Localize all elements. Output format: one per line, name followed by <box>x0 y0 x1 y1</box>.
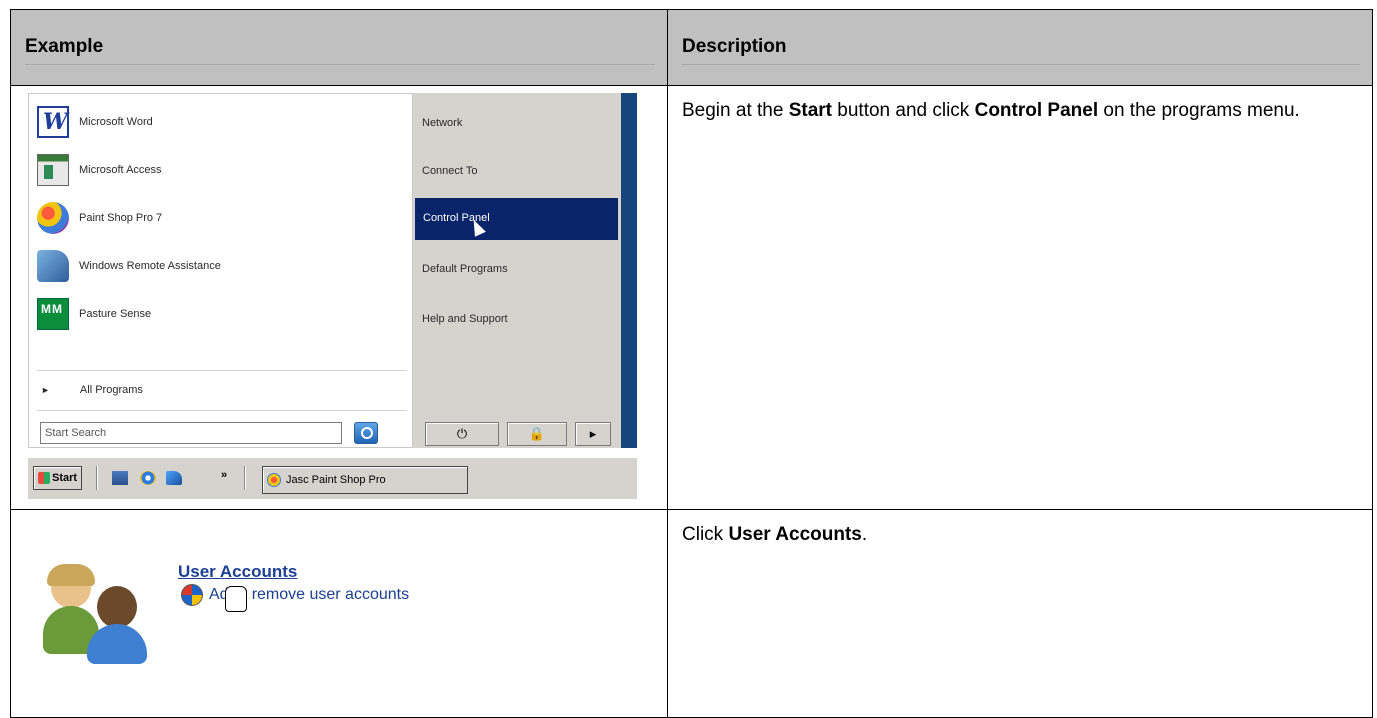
taskbar-paint-shop-pro[interactable]: Jasc Paint Shop Pro <box>262 466 468 494</box>
start-label: Start <box>52 472 78 484</box>
program-label: Microsoft Access <box>79 164 162 176</box>
start-menu-screenshot: Microsoft Word Microsoft Access Paint Sh… <box>28 93 637 509</box>
description-text: button and click <box>832 100 975 121</box>
start-search-input[interactable]: Start Search <box>40 422 342 444</box>
program-item[interactable]: Pasture Sense <box>37 294 151 334</box>
desktop-edge <box>621 93 637 448</box>
program-label: Microsoft Word <box>79 116 153 128</box>
user-accounts-icon <box>43 564 161 664</box>
menu-item-network[interactable]: Network <box>422 117 462 129</box>
lock-button[interactable]: 🔒 <box>507 422 567 446</box>
arrow-right-icon: ► <box>41 385 50 395</box>
step-description: Click User Accounts. <box>682 524 1358 546</box>
program-label: Windows Remote Assistance <box>79 260 221 272</box>
description-cell: Begin at the Start button and click Cont… <box>667 85 1373 510</box>
description-text: Begin at the <box>682 100 789 121</box>
program-label: Pasture Sense <box>79 308 152 320</box>
power-button[interactable]: ⏻ <box>425 422 499 446</box>
emphasis-text: Control Panel <box>974 100 1099 121</box>
description-text: Click <box>682 524 729 545</box>
menu-item-help-support[interactable]: Help and Support <box>422 313 508 325</box>
example-cell: User Accounts Ad or remove user accounts <box>10 509 668 718</box>
chevron-right-icon[interactable]: » <box>221 469 227 481</box>
taskbar-task-label: Jasc Paint Shop Pro <box>286 474 386 486</box>
media-player-icon[interactable] <box>166 471 182 485</box>
access-icon <box>37 154 69 186</box>
menu-item-control-panel[interactable]: Control Panel <box>415 198 618 240</box>
pasture-sense-icon <box>37 298 69 330</box>
menu-divider <box>37 370 407 371</box>
program-item[interactable]: Paint Shop Pro 7 <box>37 198 162 238</box>
internet-explorer-icon[interactable] <box>140 471 156 485</box>
remote-assistance-icon <box>37 250 69 282</box>
show-desktop-icon[interactable] <box>112 471 128 485</box>
menu-item-connect-to[interactable]: Connect To <box>422 165 477 177</box>
hand-cursor-icon <box>225 586 247 612</box>
description-text: . <box>861 524 868 545</box>
table-row: Microsoft Word Microsoft Access Paint Sh… <box>10 85 1373 510</box>
header-description: Description <box>682 36 787 57</box>
header-example: Example <box>25 36 104 57</box>
example-cell: Microsoft Word Microsoft Access Paint Sh… <box>10 85 668 510</box>
emphasis-text: Start <box>788 100 832 121</box>
taskbar-divider <box>96 466 98 490</box>
program-label: Paint Shop Pro 7 <box>79 212 163 224</box>
all-programs-item[interactable]: ► All Programs <box>41 384 143 396</box>
menu-item-default-programs[interactable]: Default Programs <box>422 263 508 275</box>
taskbar-divider <box>244 466 246 490</box>
program-item[interactable]: Windows Remote Assistance <box>37 246 221 286</box>
taskbar: Start » Jasc Paint Shop Pro <box>28 457 637 499</box>
add-remove-accounts-link[interactable]: Ad or remove user accounts <box>181 584 409 606</box>
instruction-table: Example Description Microsoft Word Micro… <box>10 9 1373 718</box>
word-icon <box>37 106 69 138</box>
shutdown-options-button[interactable]: ▸ <box>575 422 611 446</box>
user-accounts-screenshot: User Accounts Ad or remove user accounts <box>11 516 531 716</box>
windows-logo-icon <box>38 472 50 484</box>
user-accounts-link[interactable]: User Accounts <box>178 562 297 582</box>
start-menu-programs-pane: Microsoft Word Microsoft Access Paint Sh… <box>28 93 413 448</box>
header-row: Example Description <box>10 9 1373 86</box>
paint-shop-pro-icon <box>267 473 281 487</box>
header-underline <box>682 64 1360 65</box>
header-underline <box>25 64 655 65</box>
description-cell: Click User Accounts. <box>667 509 1373 718</box>
program-item[interactable]: Microsoft Access <box>37 150 162 190</box>
header-description-cell: Description <box>667 9 1373 86</box>
header-example-cell: Example <box>10 9 668 86</box>
emphasis-text: User Accounts <box>728 524 862 545</box>
paint-shop-pro-icon <box>37 202 69 234</box>
menu-divider <box>37 410 407 411</box>
step-description: Begin at the Start button and click Cont… <box>682 100 1358 122</box>
start-button[interactable]: Start <box>33 466 82 490</box>
uac-shield-icon <box>181 584 203 606</box>
description-text: on the programs menu. <box>1098 100 1300 121</box>
all-programs-label: All Programs <box>79 384 143 396</box>
search-icon[interactable] <box>354 422 378 444</box>
table-row: User Accounts Ad or remove user accounts… <box>10 509 1373 718</box>
program-item[interactable]: Microsoft Word <box>37 102 153 142</box>
